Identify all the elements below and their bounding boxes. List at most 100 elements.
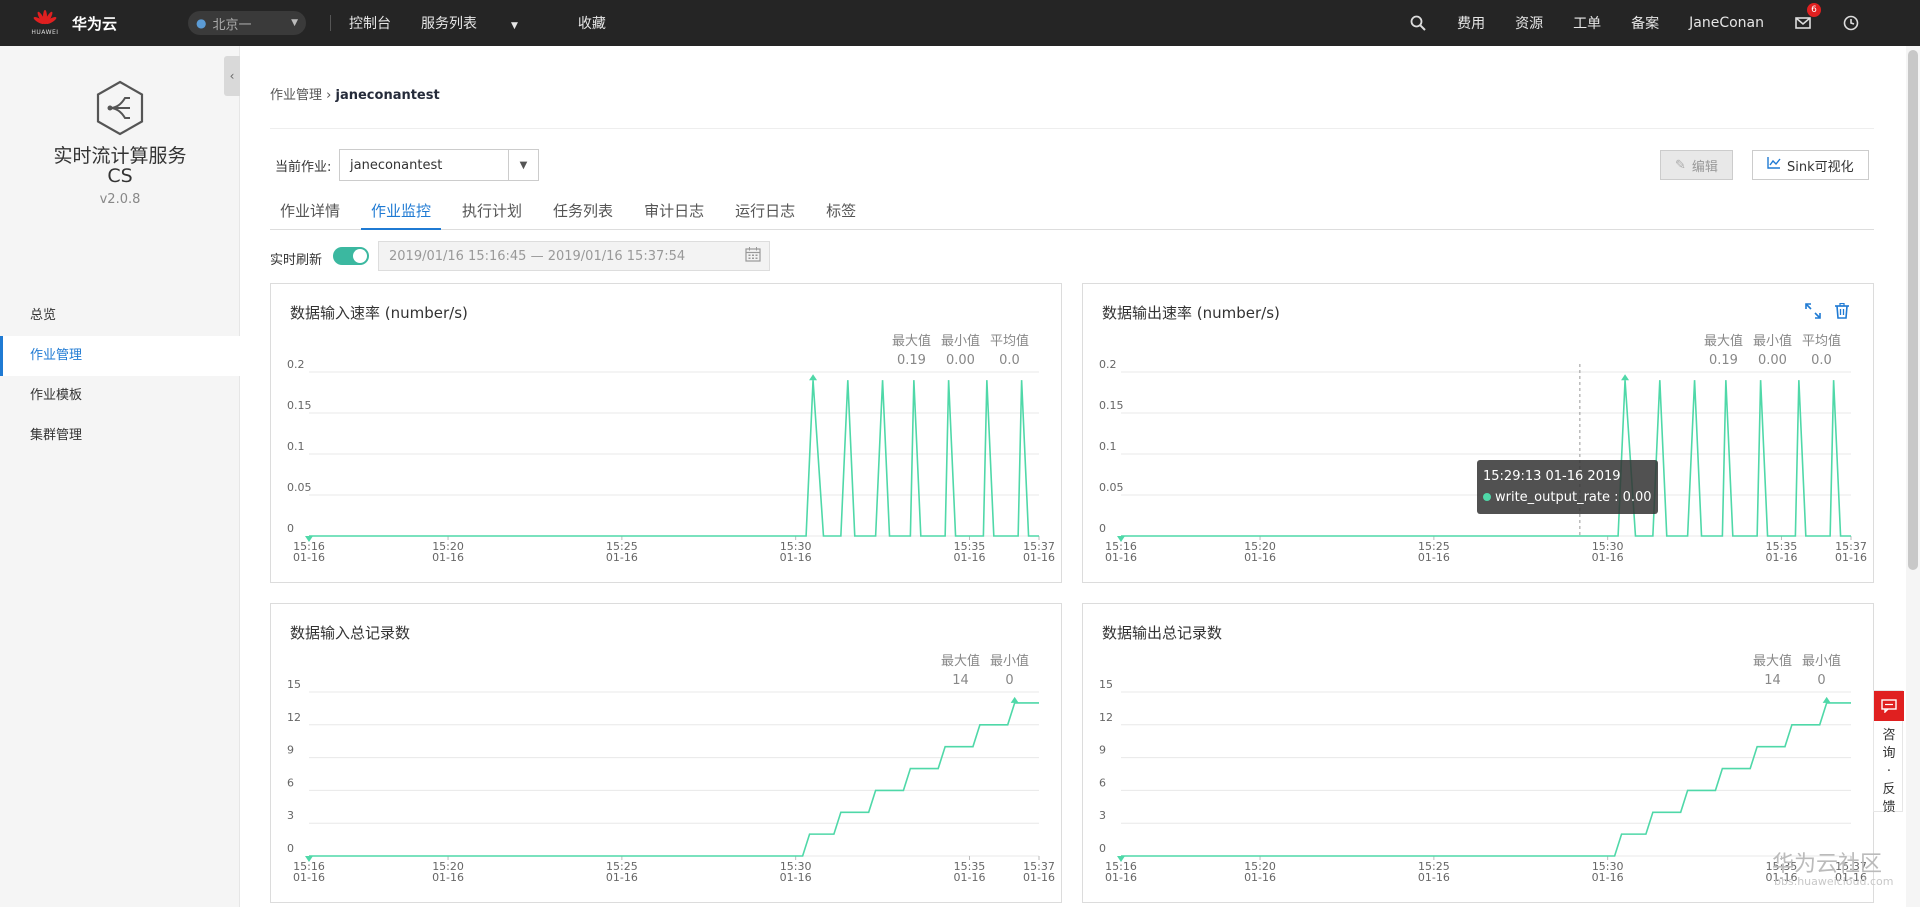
sidebar-item-job-management[interactable]: 作业管理 <box>0 336 240 376</box>
max-marker <box>809 374 818 381</box>
max-marker <box>1822 696 1831 703</box>
pencil-icon: ✎ <box>1675 157 1686 173</box>
stat-value: 0.19 <box>1708 353 1738 368</box>
nav-icp-filing[interactable]: 备案 <box>1631 13 1659 33</box>
mail-count-badge: 6 <box>1807 3 1821 17</box>
y-tick-label: 3 <box>287 809 294 822</box>
sidebar-item-overview[interactable]: 总览 <box>0 296 240 336</box>
tab-job-details[interactable]: 作业详情 <box>270 196 350 230</box>
brand-name: 华为云 <box>72 14 118 33</box>
divider <box>330 15 331 31</box>
edit-button[interactable]: ✎ 编辑 <box>1660 150 1733 180</box>
top-navigation-bar: HUAWEI 华为云 ● 北京一 ▼ 控制台 服务列表 ▼ 收藏 费用 资源 工单 备… <box>0 0 1920 46</box>
tab-tags[interactable]: 标签 <box>816 196 866 230</box>
x-tick-date: 01-16 <box>780 871 812 884</box>
chart-stats: 最大值 0.19 最小值 0.00 平均值 0.0 <box>882 330 1029 368</box>
region-label: 北京一 <box>212 17 252 33</box>
y-tick-label: 0.1 <box>287 440 305 453</box>
sink-visualization-button[interactable]: Sink可视化 <box>1752 150 1869 180</box>
chart-stats: 最大值 14 最小值 0 <box>1743 650 1841 688</box>
region-selector[interactable]: ● 北京一 ▼ <box>188 11 306 35</box>
calendar-icon[interactable] <box>745 246 761 266</box>
date-range-value: 2019/01/16 15:16:45 — 2019/01/16 15:37:5… <box>389 248 686 264</box>
stat-min: 最小值 0.00 <box>1753 330 1792 368</box>
top-right-tools: 费用 资源 工单 备案 JaneConan 6 <box>1409 3 1920 33</box>
tab-run-log[interactable]: 运行日志 <box>725 196 805 230</box>
x-tick-date: 01-16 <box>1244 551 1276 564</box>
stat-min: 最小值 0.00 <box>941 330 980 368</box>
x-tick-date: 01-16 <box>1023 551 1055 564</box>
watermark-url: bbs.huaweicloud.com <box>1774 875 1894 888</box>
input-total-chart: 1512963015:1601-1615:2001-1615:2501-1615… <box>287 678 1055 884</box>
breadcrumb-job-management[interactable]: 作业管理 <box>270 88 322 103</box>
chart-stats: 最大值 0.19 最小值 0.00 平均值 0.0 <box>1694 330 1841 368</box>
tab-job-monitoring[interactable]: 作业监控 <box>361 196 442 230</box>
huawei-cloud-logo[interactable]: HUAWEI 华为云 <box>30 8 152 38</box>
tooltip-time: 15:29:13 01-16 2019 <box>1483 469 1621 484</box>
y-tick-label: 0.05 <box>1099 481 1124 494</box>
page-scrollbar[interactable] <box>1906 46 1920 907</box>
y-tick-label: 0.05 <box>287 481 312 494</box>
stat-value: 0.19 <box>896 353 926 368</box>
search-icon[interactable] <box>1409 14 1427 32</box>
nav-billing[interactable]: 费用 <box>1457 13 1485 33</box>
tab-execution-plan[interactable]: 执行计划 <box>452 196 532 230</box>
current-job-label: 当前作业: <box>275 160 332 175</box>
sidebar-item-cluster-management[interactable]: 集群管理 <box>0 416 240 456</box>
current-job-select[interactable]: janeconantest ▼ <box>339 149 539 181</box>
chevron-down-icon: ▼ <box>508 150 538 180</box>
x-tick-date: 01-16 <box>1418 551 1450 564</box>
stat-label: 最小值 <box>1801 654 1841 669</box>
expand-icon[interactable] <box>1805 303 1821 323</box>
stat-label: 最小值 <box>989 654 1029 669</box>
realtime-refresh-label: 实时刷新 <box>270 253 323 268</box>
date-range-input[interactable]: 2019/01/16 15:16:45 — 2019/01/16 15:37:5… <box>378 241 770 271</box>
stat-label: 平均值 <box>989 334 1029 349</box>
nav-tickets[interactable]: 工单 <box>1573 13 1601 33</box>
sidebar-item-job-templates[interactable]: 作业模板 <box>0 376 240 416</box>
consult-feedback-button[interactable]: 咨询 · 反馈 <box>1873 690 1904 815</box>
user-account[interactable]: JaneConan <box>1689 15 1764 31</box>
stat-avg: 平均值 0.0 <box>1802 330 1841 368</box>
consult-char: 反 <box>1882 782 1896 797</box>
clock-icon[interactable] <box>1842 14 1860 32</box>
nav-resources[interactable]: 资源 <box>1515 13 1543 33</box>
realtime-refresh-toggle[interactable] <box>333 247 369 265</box>
x-tick-date: 01-16 <box>432 551 464 564</box>
y-tick-label: 12 <box>287 711 301 724</box>
huawei-wordmark: HUAWEI <box>31 29 59 36</box>
mail-icon[interactable]: 6 <box>1794 3 1821 32</box>
y-tick-label: 0 <box>287 522 294 535</box>
sink-button-label: Sink可视化 <box>1787 159 1854 175</box>
x-tick-date: 01-16 <box>1592 871 1624 884</box>
sidebar: 实时流计算服务 CS v2.0.8 总览 作业管理 作业模板 集群管理 <box>0 46 240 907</box>
output-rate-chart: 0.20.150.10.05015:1601-1615:2001-1615:25… <box>1099 358 1867 564</box>
stat-max: 最大值 14 <box>941 650 980 688</box>
tab-task-list[interactable]: 任务列表 <box>543 196 623 230</box>
current-job-value: janeconantest <box>350 157 443 173</box>
chart-tooltip: 15:29:13 01-16 2019 write_output_rate : … <box>1477 460 1658 514</box>
nav-console[interactable]: 控制台 <box>349 16 391 32</box>
stat-label: 最大值 <box>891 334 931 349</box>
tooltip-text: write_output_rate : 0.00 <box>1495 490 1652 505</box>
sidebar-collapse-button[interactable]: ‹ <box>224 56 240 96</box>
consult-char: 询 <box>1882 746 1896 761</box>
tooltip-value: write_output_rate : 0.00 <box>1483 487 1652 508</box>
x-tick-date: 01-16 <box>1418 871 1450 884</box>
stat-avg: 平均值 0.0 <box>990 330 1029 368</box>
x-tick-date: 01-16 <box>606 871 638 884</box>
trash-icon[interactable] <box>1835 302 1849 323</box>
y-tick-label: 6 <box>1099 776 1106 789</box>
scrollbar-thumb[interactable] <box>1908 50 1918 570</box>
stat-value: 0.0 <box>1811 353 1832 368</box>
y-tick-label: 15 <box>1099 678 1113 691</box>
tab-audit-log[interactable]: 审计日志 <box>634 196 714 230</box>
nav-service-list[interactable]: 服务列表 ▼ <box>421 16 548 32</box>
stat-label: 最小值 <box>940 334 980 349</box>
input-rate-chart-panel: 0.2 0.15 0.1 0.05 0 15:16 01-16 15:20 01-16 15:25… <box>270 283 1062 583</box>
x-tick-date: 01-16 <box>1765 551 1797 564</box>
huawei-logo-icon: HUAWEI <box>30 8 60 38</box>
series-dot-icon <box>1483 493 1491 501</box>
nav-favorites[interactable]: 收藏 <box>578 16 606 32</box>
service-title: 实时流计算服务 CS <box>0 146 240 186</box>
